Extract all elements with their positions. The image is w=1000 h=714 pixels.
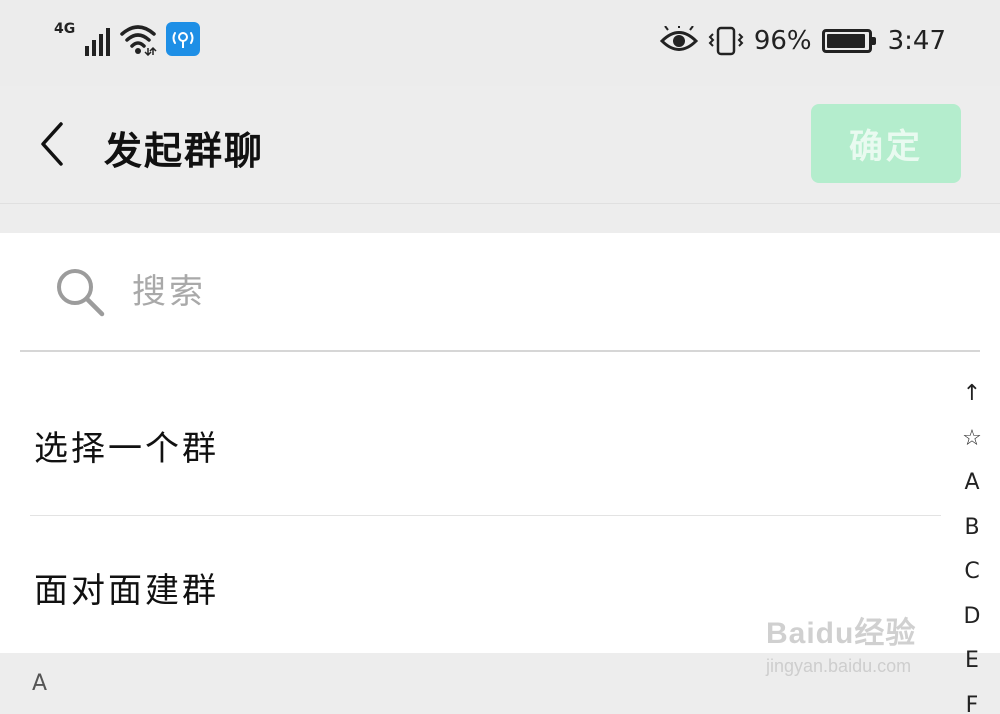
index-letter-e[interactable]: E: [965, 639, 979, 684]
wifi-icon: [120, 25, 157, 56]
search-icon: [54, 266, 106, 318]
section-letter: A: [32, 671, 48, 696]
section-header: A: [0, 655, 1000, 714]
index-letter-f[interactable]: F: [966, 684, 979, 714]
content-panel: 选择一个群 面对面建群: [0, 233, 1000, 653]
hotspot-app-icon: [166, 22, 201, 56]
index-letter-a[interactable]: A: [964, 461, 979, 506]
page-title: 发起群聊: [104, 129, 265, 173]
face-to-face-group-item[interactable]: 面对面建群: [30, 517, 941, 657]
status-right: 96% 3:47: [659, 26, 946, 56]
index-top-arrow[interactable]: ↑: [963, 372, 981, 417]
title-bar: 发起群聊 确定: [0, 86, 1000, 204]
status-left: 4G: [54, 21, 201, 56]
confirm-button[interactable]: 确定: [811, 104, 961, 183]
search-input[interactable]: [130, 270, 834, 313]
network-type: 4G: [54, 21, 76, 37]
index-letter-b[interactable]: B: [964, 506, 979, 551]
face-to-face-group-label: 面对面建群: [34, 570, 219, 611]
back-button[interactable]: [28, 114, 76, 174]
battery-icon: [821, 29, 876, 53]
header-divider: [0, 203, 1000, 204]
vibrate-icon: [708, 26, 744, 56]
search-bar[interactable]: [20, 233, 980, 352]
select-group-label: 选择一个群: [34, 429, 219, 469]
signal-icon: [85, 24, 111, 56]
clock: 3:47: [887, 26, 946, 56]
index-letter-c[interactable]: C: [964, 550, 979, 595]
chevron-left-icon: [41, 122, 63, 166]
status-bar: 4G 96% 3:47: [0, 0, 1000, 86]
index-star[interactable]: ☆: [962, 417, 982, 462]
screen: 4G 96% 3:47 发起群聊 确定 搜索 选择一个群 面对面建群 A ↑ ☆…: [0, 0, 1000, 714]
eye-icon: [659, 26, 698, 51]
index-letter-d[interactable]: D: [964, 595, 981, 640]
battery-percent: 96%: [753, 26, 812, 56]
select-group-item[interactable]: 选择一个群: [30, 376, 941, 516]
battery-fill: [826, 34, 865, 48]
alphabet-index-bar[interactable]: ↑ ☆ A B C D E F: [950, 372, 994, 714]
